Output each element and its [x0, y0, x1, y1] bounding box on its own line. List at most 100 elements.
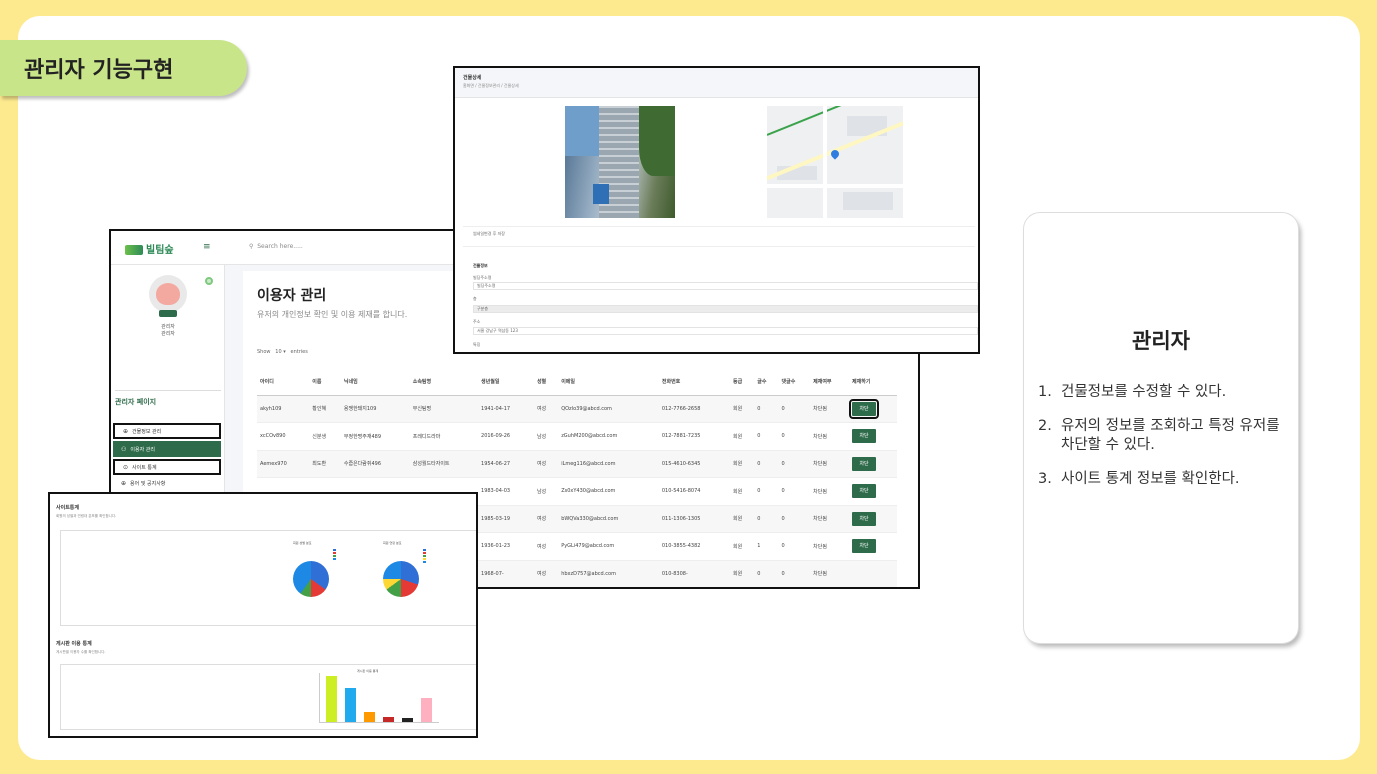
cell-posts: 0	[754, 395, 779, 423]
building-name-field[interactable]: 빌딩주소명	[473, 282, 978, 290]
cell-email: PyGLi479@abcd.com	[558, 532, 659, 561]
gender-pie-chart	[293, 561, 329, 597]
block-user-button[interactable]: 차단	[852, 511, 877, 526]
pie-caption-gender: 회원 성별 분포	[293, 541, 312, 545]
bar	[402, 718, 413, 722]
location-map[interactable]	[767, 106, 903, 218]
legend-swatch	[423, 549, 426, 551]
floor-field[interactable]: 구분층	[473, 305, 978, 313]
cell-status: 차단됨	[810, 395, 850, 423]
cell-birth: 1954-06-27	[478, 450, 534, 478]
column-header[interactable]: 성별	[533, 369, 559, 396]
sidebar-item-building-info[interactable]: ⊕ 건물정보 관리	[113, 423, 221, 439]
bar	[364, 712, 375, 722]
cell-email: Zs0xY430@abcd.com	[558, 477, 659, 506]
list-item: 3. 사이트 통계 정보를 확인한다.	[1038, 471, 1240, 487]
feature-list: 1. 건물정보를 수정할 수 있다. 2. 유저의 정보를 조회하고 특정 유저를 …	[1038, 383, 1290, 504]
admin-summary-card: 관리자 1. 건물정보를 수정할 수 있다. 2. 유저의 정보를 조회하고 특정 …	[1024, 213, 1298, 643]
cell-email: QOzlo39@abcd.com	[558, 395, 659, 423]
column-header[interactable]: 댓글수	[778, 369, 811, 396]
column-header[interactable]: 생년월일	[478, 369, 534, 396]
sidebar-item-notice[interactable]: ⊕ 용어 및 공지사항	[113, 475, 221, 491]
cell-gender: 여성	[533, 560, 559, 587]
pie-chart-area: 회원 성별 분포 회원 연령 분포	[60, 530, 476, 626]
cell-posts: 0	[754, 477, 779, 506]
cell-team: 프레디드라마	[409, 422, 479, 451]
cell-status: 차단됨	[810, 422, 850, 451]
address-field[interactable]: 서울 강남구 역삼동 123	[473, 327, 978, 335]
cell-phone: 010-5416-8074	[658, 477, 731, 506]
block-user-button[interactable]: 차단	[849, 398, 880, 419]
cell-grade: 회원	[730, 422, 755, 451]
legend-swatch	[333, 552, 336, 554]
cell-grade: 회원	[730, 560, 755, 587]
pie-caption-age: 회원 연령 분포	[383, 541, 402, 545]
block-user-button[interactable]: 차단	[852, 456, 877, 471]
app-logo[interactable]: 빌팀숲	[125, 241, 174, 256]
cell-comments: 0	[778, 422, 811, 451]
cell-name: 최도환	[309, 450, 341, 478]
page-description: 유저의 개인정보 확인 및 이용 제재를 합니다.	[257, 310, 408, 319]
building-photo[interactable]	[565, 106, 675, 218]
column-header[interactable]: 이름	[309, 369, 341, 396]
cell-email: bWQVa330@abcd.com	[558, 505, 659, 533]
column-header[interactable]: 아이디	[257, 369, 310, 396]
sidebar-item-site-stats[interactable]: ⊙ 사이트 통계	[113, 459, 221, 475]
building-icon: ⊕	[123, 427, 129, 435]
cell-email: zGuhM200@abcd.com	[558, 422, 659, 451]
sidebar-item-user-mgmt[interactable]: ⚇ 이용자 관리	[113, 441, 221, 457]
cell-birth: 1983-04-03	[478, 477, 534, 506]
cell-comments: 0	[778, 560, 811, 587]
thumbnail-note: 썸네일변경 후 저장	[473, 231, 505, 236]
legend-swatch	[333, 558, 336, 560]
cell-name: 신분생	[309, 422, 341, 451]
cell-comments: 0	[778, 505, 811, 533]
section-title-tab: 관리자 기능구현	[0, 40, 247, 96]
bar	[383, 717, 394, 722]
cell-gender: 여성	[533, 395, 559, 423]
cell-id: akyh109	[257, 395, 310, 423]
online-status-icon	[205, 277, 213, 285]
stats-title: 사이트통계	[56, 505, 80, 511]
cell-posts: 0	[754, 422, 779, 451]
site-stats-screenshot: 사이트통계 회원의 성별과 연령대 분포를 확인합니다. 회원 성별 분포 회원…	[48, 492, 478, 738]
section-title: 관리자 기능구현	[24, 58, 174, 83]
column-header[interactable]: 소속팀명	[409, 369, 479, 396]
column-header[interactable]: 제재여부	[810, 369, 850, 396]
profile-role: 관리자	[161, 331, 175, 337]
block-user-button[interactable]: 차단	[852, 539, 877, 554]
column-header[interactable]: 등급	[730, 369, 755, 396]
column-header[interactable]: 전화번호	[658, 369, 731, 396]
cell-phone: 010-3855-4382	[658, 532, 731, 561]
board-bar-chart	[319, 673, 439, 723]
section-heading: 건물정보	[473, 263, 488, 268]
cell-gender: 남성	[533, 422, 559, 451]
age-pie-chart	[383, 561, 419, 597]
cell-comments: 0	[778, 450, 811, 478]
menu-toggle-icon[interactable]: ≡	[203, 242, 211, 252]
features-label: 특징	[473, 342, 481, 347]
sidebar-heading: 관리자 페이지	[115, 398, 157, 406]
cell-phone: 012-7766-2658	[658, 395, 731, 423]
legend-swatch	[423, 555, 426, 557]
legend-swatch	[423, 561, 426, 563]
cell-phone: 011-1306-1305	[658, 505, 731, 533]
cell-gender: 여성	[533, 505, 559, 533]
list-item: 2. 유저의 정보를 조회하고 특정 유저를 차단할 수 있다.	[1038, 418, 1280, 453]
cell-posts: 0	[754, 450, 779, 478]
bar	[345, 688, 356, 722]
entries-selector[interactable]: Show 10 ▾ entries	[257, 349, 308, 355]
cell-grade: 회원	[730, 532, 755, 561]
column-header[interactable]: 닉네임	[340, 369, 410, 396]
cell-nick: 용맹한돼지109	[340, 395, 410, 423]
cell-posts: 0	[754, 505, 779, 533]
search-input[interactable]: ⚲ Search here.....	[249, 243, 303, 250]
column-header[interactable]: 제재하기	[849, 369, 897, 396]
cell-grade: 회원	[730, 477, 755, 506]
block-user-button[interactable]: 차단	[852, 484, 877, 499]
cell-posts: 0	[754, 560, 779, 587]
column-header[interactable]: 이메일	[558, 369, 659, 396]
cell-phone: 010-8308-	[658, 560, 731, 587]
column-header[interactable]: 글수	[754, 369, 779, 396]
block-user-button[interactable]: 차단	[852, 429, 877, 444]
